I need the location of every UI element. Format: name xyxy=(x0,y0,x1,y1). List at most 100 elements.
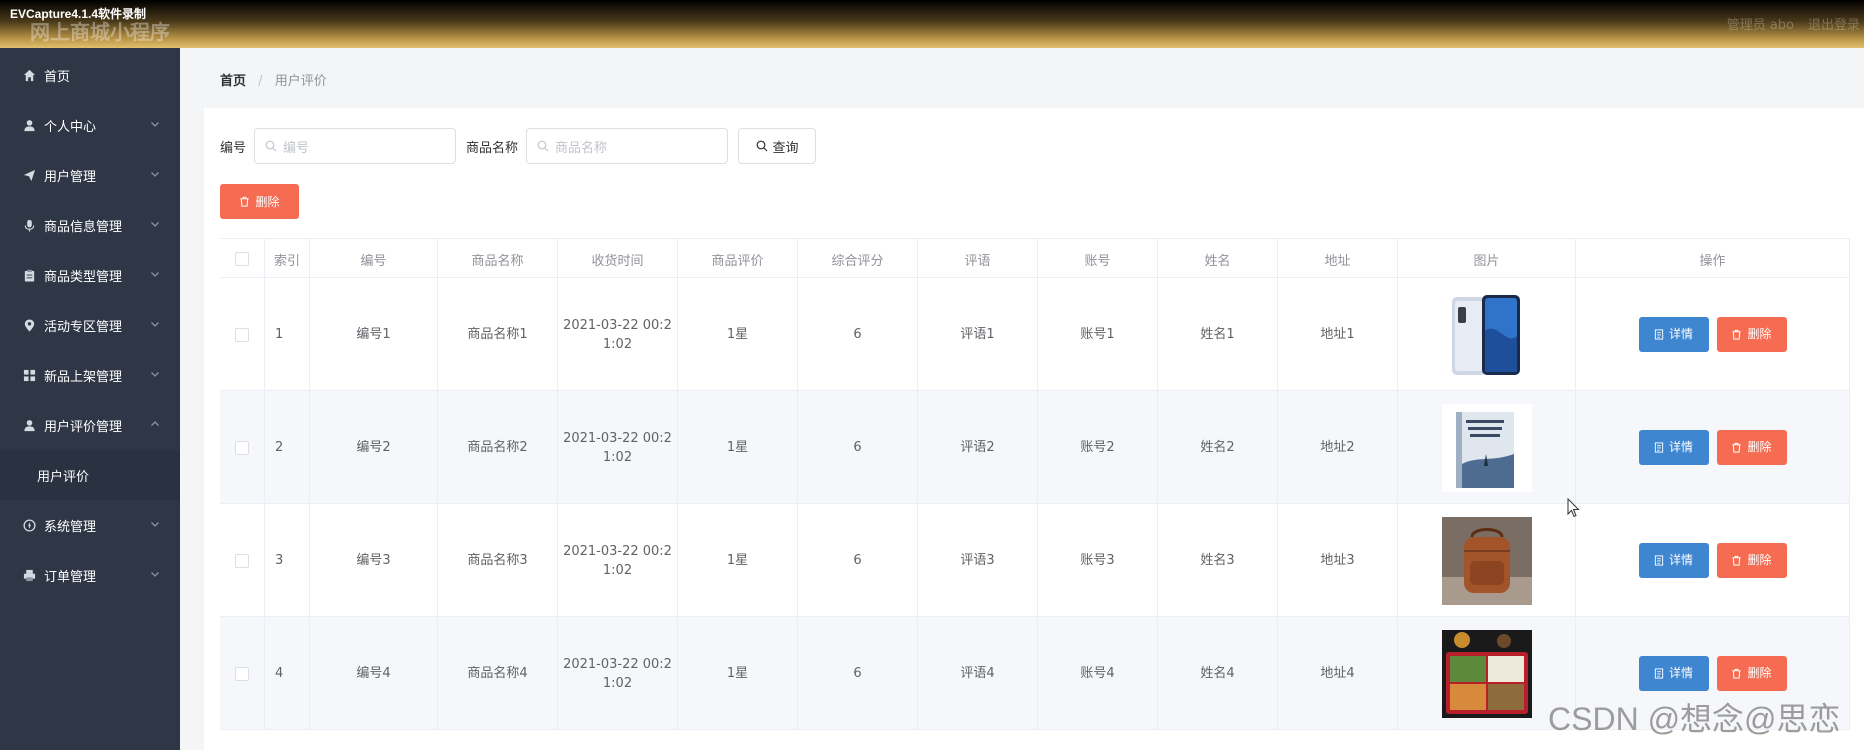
detail-button[interactable]: 详情 xyxy=(1638,430,1709,465)
sidebar-item-user-review-management[interactable]: 用户评价管理 xyxy=(0,400,180,450)
sidebar-item-product-type[interactable]: 商品类型管理 xyxy=(0,250,180,300)
sidebar-subitem-label: 用户评价 xyxy=(37,469,90,485)
bulk-delete-label: 删除 xyxy=(255,195,280,209)
product-image-phone[interactable] xyxy=(1441,290,1532,379)
rating-cell: 1星 xyxy=(678,617,798,730)
breadcrumb-separator: / xyxy=(258,74,263,89)
product-image-food[interactable] xyxy=(1441,629,1532,718)
row-select-cell xyxy=(220,391,265,504)
column-header[interactable]: 操作 xyxy=(1576,239,1850,279)
recorder-label: EVCapture4.1.4软件录制 xyxy=(10,7,147,21)
sidebar-item-user-management[interactable]: 用户管理 xyxy=(0,150,180,200)
query-button[interactable]: 查询 xyxy=(738,128,817,164)
printer-icon xyxy=(22,568,36,582)
sidebar-item-system-management[interactable]: 系统管理 xyxy=(0,500,180,550)
product-name-cell: 商品名称3 xyxy=(438,504,558,617)
index-cell: 2 xyxy=(265,391,310,504)
delete-button-label: 删除 xyxy=(1747,553,1772,567)
row-checkbox[interactable] xyxy=(235,327,249,342)
clipboard-icon xyxy=(22,268,36,282)
top-header: 网上商城小程序 EVCapture4.1.4软件录制 管理员 abo 退出登录 xyxy=(0,0,1864,48)
breadcrumb-home[interactable]: 首页 xyxy=(220,74,246,89)
rating-cell: 1星 xyxy=(678,504,798,617)
account-cell: 账号4 xyxy=(1038,617,1158,730)
delete-button-label: 删除 xyxy=(1747,666,1772,680)
comment-cell: 评语2 xyxy=(918,391,1038,504)
current-user: 管理员 abo xyxy=(1726,18,1794,33)
name-cell: 姓名4 xyxy=(1158,617,1278,730)
location-icon xyxy=(22,318,36,332)
comment-cell: 评语1 xyxy=(918,278,1038,391)
address-cell: 地址2 xyxy=(1278,391,1398,504)
column-header[interactable]: 评语 xyxy=(918,239,1038,279)
receive-time-cell: 2021-03-22 00:2 1:02 xyxy=(558,391,678,504)
score-cell: 6 xyxy=(798,391,918,504)
row-checkbox[interactable] xyxy=(235,440,249,455)
operation-cell: 详情 删除 xyxy=(1576,278,1850,391)
breadcrumb-current: 用户评价 xyxy=(274,74,327,89)
score-cell: 6 xyxy=(798,278,918,391)
row-checkbox[interactable] xyxy=(235,553,249,568)
row-checkbox[interactable] xyxy=(235,666,249,681)
chevron-down-icon xyxy=(150,568,160,583)
sidebar-item-label: 活动专区管理 xyxy=(44,319,123,335)
sidebar-item-label: 个人中心 xyxy=(44,119,97,135)
column-header[interactable]: 收货时间 xyxy=(558,239,678,279)
delete-button[interactable]: 删除 xyxy=(1716,430,1787,465)
breadcrumb: 首页 / 用户评价 xyxy=(220,70,327,89)
sidebar-item-personal-center[interactable]: 个人中心 xyxy=(0,100,180,150)
product-image-bag[interactable] xyxy=(1441,516,1532,605)
bulk-delete-button[interactable]: 删除 xyxy=(220,184,299,219)
chevron-down-icon xyxy=(150,318,160,333)
sidebar-item-order-management[interactable]: 订单管理 xyxy=(0,550,180,600)
sidebar-item-new-arrivals[interactable]: 新品上架管理 xyxy=(0,350,180,400)
account-cell: 账号3 xyxy=(1038,504,1158,617)
column-header[interactable]: 地址 xyxy=(1278,239,1398,279)
grid-icon xyxy=(22,368,36,382)
product-name-search-input[interactable]: 商品名称 xyxy=(526,128,729,164)
rating-cell: 1星 xyxy=(678,278,798,391)
sidebar-subitem-user-review[interactable]: 用户评价 xyxy=(0,450,180,500)
sidebar-item-home[interactable]: 首页 xyxy=(0,50,180,100)
code-search-placeholder: 编号 xyxy=(283,140,310,156)
name-cell: 姓名2 xyxy=(1158,391,1278,504)
name-cell: 姓名1 xyxy=(1158,278,1278,391)
logout-link[interactable]: 退出登录 xyxy=(1808,14,1860,33)
comment-cell: 评语4 xyxy=(918,617,1038,730)
select-all-checkbox[interactable] xyxy=(235,252,249,266)
name-cell: 姓名3 xyxy=(1158,504,1278,617)
row-select-cell xyxy=(220,617,265,730)
column-header[interactable]: 账号 xyxy=(1038,239,1158,279)
delete-button[interactable]: 删除 xyxy=(1716,317,1787,352)
code-cell: 编号4 xyxy=(310,617,438,730)
document-icon xyxy=(1654,329,1664,340)
detail-button[interactable]: 详情 xyxy=(1638,656,1709,691)
address-cell: 地址3 xyxy=(1278,504,1398,617)
column-header[interactable]: 图片 xyxy=(1398,239,1576,279)
watermark: CSDN @想念@思恋 xyxy=(1548,701,1841,737)
search-icon xyxy=(756,140,768,152)
delete-button-label: 删除 xyxy=(1747,440,1772,454)
operation-cell: 详情 删除 xyxy=(1576,504,1850,617)
comment-cell: 评语3 xyxy=(918,504,1038,617)
column-header[interactable]: 编号 xyxy=(310,239,438,279)
code-cell: 编号2 xyxy=(310,391,438,504)
sidebar-item-product-info[interactable]: 商品信息管理 xyxy=(0,200,180,250)
delete-button[interactable]: 删除 xyxy=(1716,543,1787,578)
product-image-book[interactable] xyxy=(1441,403,1532,492)
sidebar: 首页 个人中心 用户管理 商品信息管理 商品类型管理 活动专区管理 新品上架管理… xyxy=(0,48,180,750)
column-header[interactable]: 综合评分 xyxy=(798,239,918,279)
sidebar-item-activity-zone[interactable]: 活动专区管理 xyxy=(0,300,180,350)
sidebar-item-label: 用户管理 xyxy=(44,169,97,185)
code-search-input[interactable]: 编号 xyxy=(254,128,457,164)
column-header[interactable]: 索引 xyxy=(265,239,310,279)
address-cell: 地址4 xyxy=(1278,617,1398,730)
delete-button[interactable]: 删除 xyxy=(1716,656,1787,691)
column-header[interactable]: 商品名称 xyxy=(438,239,558,279)
detail-button[interactable]: 详情 xyxy=(1638,317,1709,352)
index-cell: 3 xyxy=(265,504,310,617)
column-header[interactable]: 商品评价 xyxy=(678,239,798,279)
detail-button[interactable]: 详情 xyxy=(1638,543,1709,578)
chevron-down-icon xyxy=(150,518,160,533)
column-header[interactable]: 姓名 xyxy=(1158,239,1278,279)
